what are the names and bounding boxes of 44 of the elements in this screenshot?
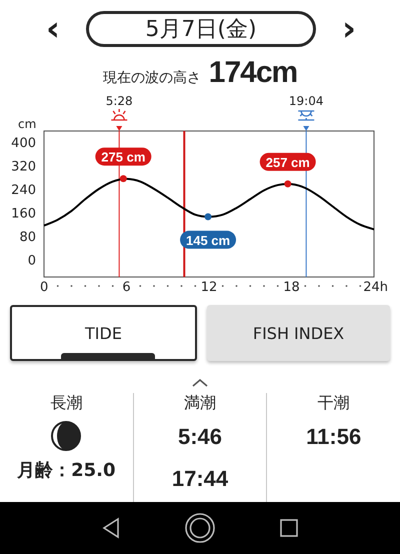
axis-unit: cm: [18, 117, 36, 131]
tide-time: 11:56: [306, 423, 362, 451]
x-tick-label: 12: [200, 280, 218, 295]
sunset-icon: [298, 110, 314, 121]
y-tick-label: 0: [28, 253, 36, 268]
annotation: 145 cm: [186, 232, 230, 248]
previous-day-button[interactable]: ‹: [40, 14, 66, 44]
home-icon[interactable]: [184, 512, 216, 544]
column-title: 干潮: [318, 393, 350, 414]
annotation: 257 cm: [266, 154, 310, 170]
annotation: 275 cm: [101, 150, 146, 165]
date-selector[interactable]: 5月7日(金): [86, 11, 316, 47]
sunrise-icon: [111, 109, 128, 121]
high-tide-point: [284, 180, 292, 188]
column-title: 長潮: [50, 393, 82, 414]
wave-height-label: 現在の波の高さ: [102, 69, 201, 87]
tide-height-tag: 275 cm: [95, 148, 152, 166]
y-tick-label: 320: [11, 159, 36, 174]
tab[interactable]: TIDE: [10, 305, 197, 361]
moon-age: 月齢：25.0: [17, 459, 116, 482]
y-tick-label: 240: [11, 182, 36, 198]
x-tick-label: 24h: [363, 280, 388, 295]
sunrise-time: 5:28: [106, 94, 133, 108]
tide-time: 5:46: [178, 423, 222, 451]
tab[interactable]: FISH INDEX: [207, 305, 390, 361]
next-day-button[interactable]: ›: [336, 14, 362, 44]
column-title: 満潮: [184, 393, 216, 414]
low-tide-point: [204, 213, 212, 220]
tide-time: 17:44: [172, 465, 228, 493]
back-icon[interactable]: [101, 517, 122, 539]
y-tick-label: 160: [11, 206, 36, 222]
tide-height-tag: 145 cm: [180, 230, 236, 249]
wave-height-value: 174cm: [208, 56, 298, 90]
recent-apps-icon[interactable]: [278, 518, 299, 538]
y-tick-label: 400: [11, 136, 36, 151]
high-tide-point: [120, 175, 127, 182]
tide-height-tag: 257 cm: [260, 152, 316, 171]
x-tick-label: 18: [283, 280, 300, 295]
x-tick-label: 6: [122, 280, 131, 295]
moon-phase-icon: [50, 420, 82, 452]
chevron-up-icon[interactable]: [192, 379, 208, 387]
x-tick-label: 0: [40, 280, 48, 295]
sunset-time: 19:04: [288, 94, 324, 108]
y-tick-label: 80: [19, 230, 36, 245]
